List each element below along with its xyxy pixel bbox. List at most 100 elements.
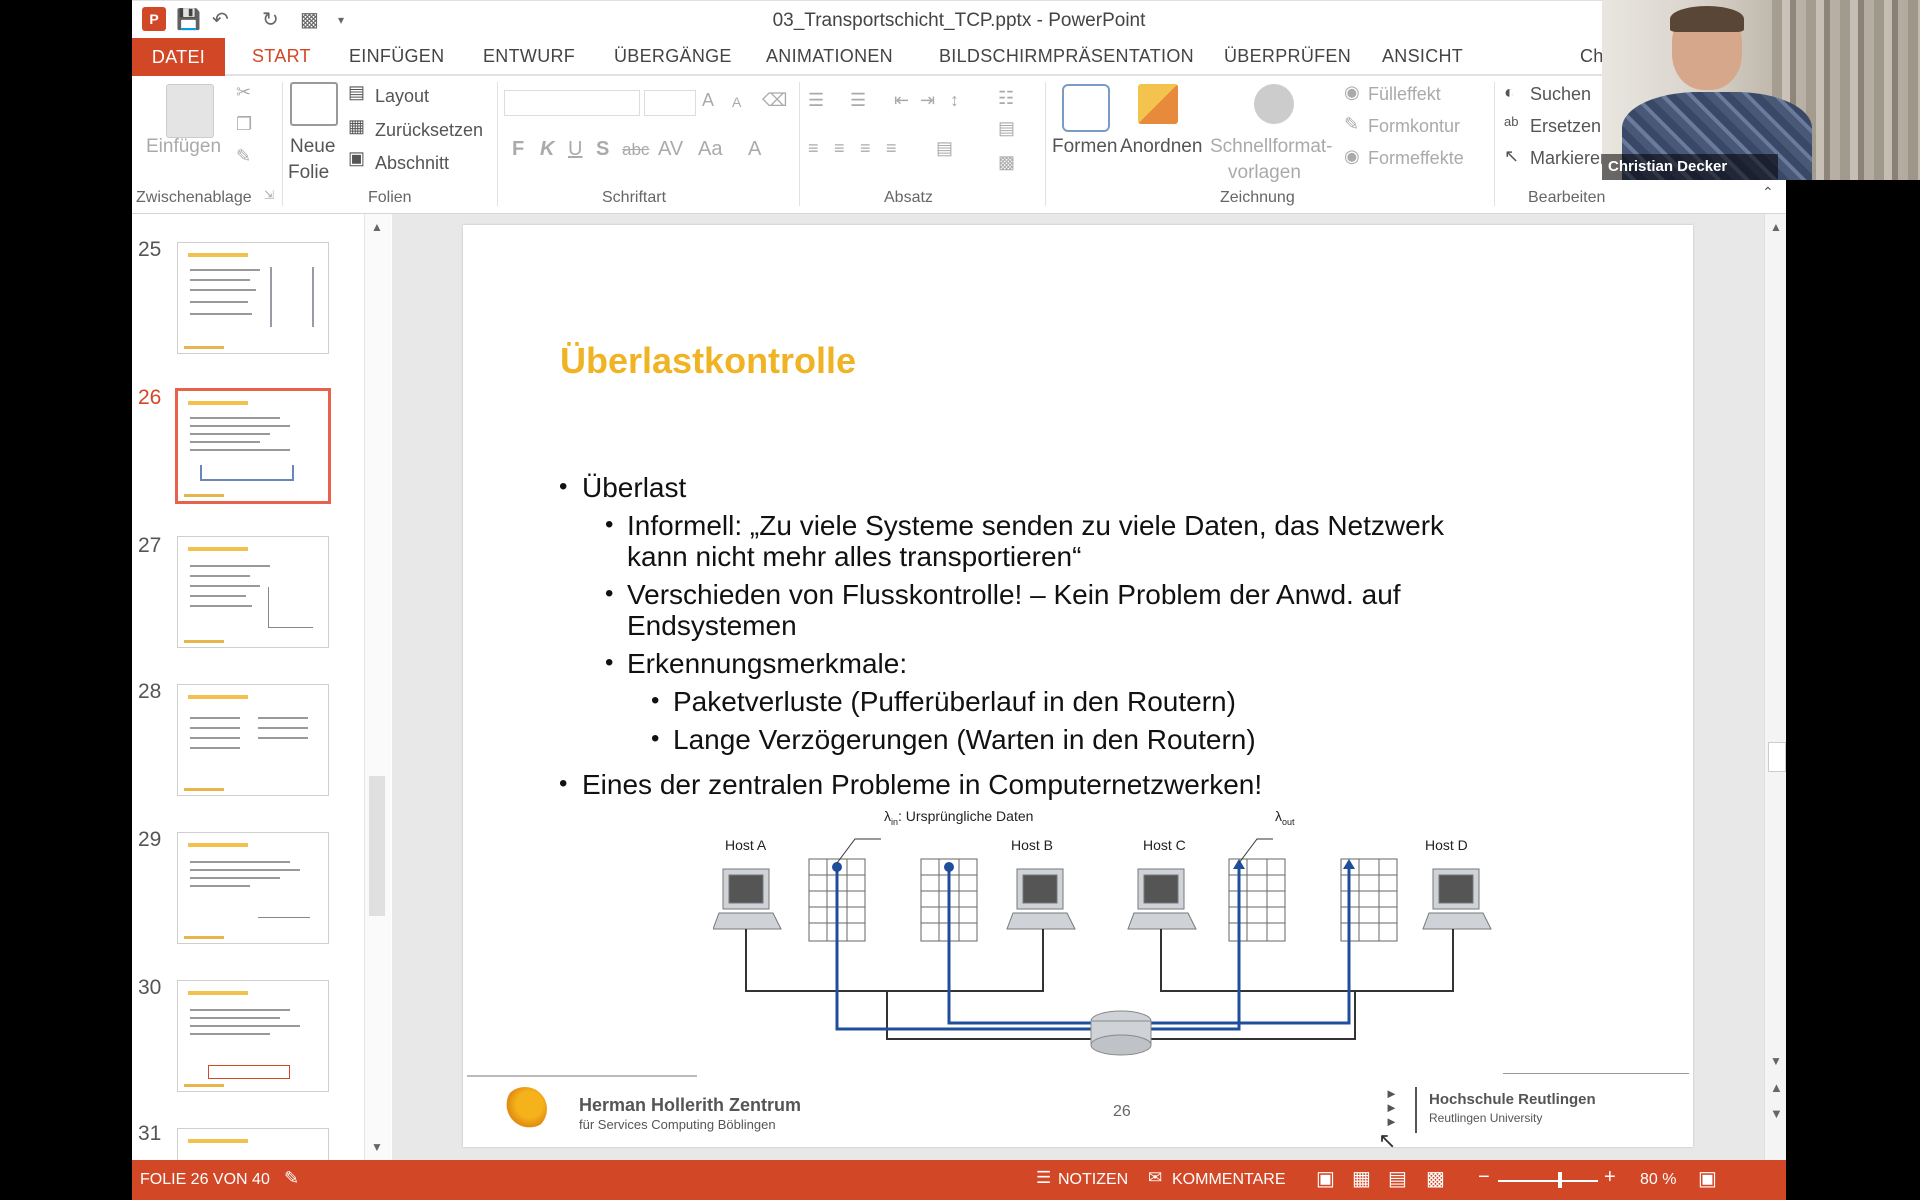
- slide-title[interactable]: Überlastkontrolle: [560, 340, 856, 382]
- bullet-flow-control-2[interactable]: Endsystemen: [627, 610, 797, 641]
- tab-file[interactable]: DATEI: [132, 38, 225, 76]
- shapes-icon[interactable]: [1062, 84, 1110, 132]
- reset-button[interactable]: Zurücksetzen: [375, 120, 483, 141]
- paste-button-label[interactable]: Einfügen: [146, 136, 221, 158]
- zoom-out-icon[interactable]: −: [1478, 1166, 1490, 1189]
- new-slide-label-1[interactable]: Neue: [290, 136, 335, 158]
- scroll-thumb[interactable]: [1768, 742, 1786, 772]
- slide-thumbnail[interactable]: [177, 832, 329, 944]
- scroll-down-icon[interactable]: ▼: [371, 1140, 383, 1154]
- tab-start[interactable]: START: [252, 46, 311, 67]
- underline-button[interactable]: U: [568, 138, 582, 161]
- clipboard-launcher-icon[interactable]: ⇲: [264, 188, 274, 202]
- bold-button[interactable]: F: [512, 138, 524, 161]
- spell-check-icon[interactable]: ✎: [284, 1168, 299, 1189]
- tab-insert[interactable]: EINFÜGEN: [349, 46, 444, 67]
- shapes-button[interactable]: Formen: [1052, 136, 1117, 158]
- slide-counter[interactable]: FOLIE 26 VON 40: [140, 1171, 270, 1189]
- scroll-up-icon[interactable]: ▲: [1770, 220, 1782, 234]
- next-slide-icon[interactable]: ▼: [1770, 1106, 1783, 1121]
- paste-icon[interactable]: [166, 84, 214, 138]
- bullet-indicators[interactable]: Erkennungsmerkmale:: [627, 648, 907, 679]
- grow-font-button[interactable]: A: [702, 90, 714, 111]
- zoom-in-icon[interactable]: +: [1604, 1166, 1616, 1189]
- slide-thumbnail[interactable]: [177, 980, 329, 1092]
- font-size-dropdown[interactable]: [644, 90, 696, 116]
- fit-to-window-icon[interactable]: ▣: [1698, 1166, 1717, 1191]
- increase-indent-icon[interactable]: ⇥: [920, 90, 935, 111]
- bullet-packet-loss[interactable]: Paketverluste (Pufferüberlauf in den Rou…: [673, 686, 1236, 717]
- slide-thumbnail[interactable]: [177, 684, 329, 796]
- bullet-informal-1[interactable]: Informell: „Zu viele Systeme senden zu v…: [627, 510, 1444, 541]
- reading-view-icon[interactable]: ▤: [1388, 1166, 1407, 1191]
- previous-slide-icon[interactable]: ▲: [1770, 1080, 1783, 1095]
- slide-thumbnail[interactable]: [177, 242, 329, 354]
- arrange-icon[interactable]: [1138, 84, 1178, 124]
- bullets-icon[interactable]: ☰: [808, 90, 824, 111]
- scroll-down-icon[interactable]: ▼: [1770, 1054, 1782, 1068]
- tab-more[interactable]: Ch: [1580, 46, 1604, 67]
- copy-icon[interactable]: ❐: [236, 114, 252, 135]
- zoom-level[interactable]: 80 %: [1640, 1171, 1676, 1189]
- replace-button[interactable]: Ersetzen: [1530, 116, 1601, 137]
- comments-button[interactable]: KOMMENTARE: [1172, 1171, 1285, 1189]
- tab-design[interactable]: ENTWURF: [483, 46, 575, 67]
- shrink-font-button[interactable]: A: [732, 94, 741, 110]
- zoom-slider-thumb[interactable]: [1558, 1172, 1562, 1188]
- align-right-icon[interactable]: ≡: [860, 138, 871, 159]
- scroll-thumb[interactable]: [369, 776, 385, 916]
- new-slide-label-2[interactable]: Folie: [288, 162, 329, 184]
- slide-thumbnail[interactable]: [177, 536, 329, 648]
- find-button[interactable]: Suchen: [1530, 84, 1591, 105]
- notes-button[interactable]: NOTIZEN: [1058, 1171, 1128, 1189]
- tab-view[interactable]: ANSICHT: [1382, 46, 1463, 67]
- select-button[interactable]: Markieren: [1530, 148, 1610, 169]
- bullet-flow-control-1[interactable]: Verschieden von Flusskontrolle! – Kein P…: [627, 579, 1401, 610]
- bullet-delays[interactable]: Lange Verzögerungen (Warten in den Route…: [673, 724, 1256, 755]
- quick-styles-button-2[interactable]: vorlagen: [1228, 162, 1301, 184]
- shape-fill-button[interactable]: Fülleffekt: [1368, 84, 1441, 105]
- columns-icon[interactable]: ☷: [998, 88, 1014, 109]
- zoom-slider-track[interactable]: [1498, 1180, 1598, 1182]
- quick-styles-button-1[interactable]: Schnellformat-: [1210, 136, 1333, 158]
- clear-format-icon[interactable]: ⌫: [762, 90, 787, 111]
- slide-scrollbar[interactable]: ▲ ▼ ▲ ▼: [1764, 214, 1786, 1160]
- slide-thumbnail-selected[interactable]: [175, 388, 331, 504]
- tab-animations[interactable]: ANIMATIONEN: [766, 46, 893, 67]
- align-left-icon[interactable]: ≡: [808, 138, 819, 159]
- section-button[interactable]: Abschnitt: [375, 153, 449, 174]
- tab-slideshow[interactable]: BILDSCHIRMPRÄSENTATION: [939, 46, 1194, 67]
- shape-effects-button[interactable]: Formeffekte: [1368, 148, 1464, 169]
- tab-review[interactable]: ÜBERPRÜFEN: [1224, 46, 1351, 67]
- slide-canvas[interactable]: Überlastkontrolle • Überlast • Informell…: [463, 225, 1693, 1147]
- tab-transitions[interactable]: ÜBERGÄNGE: [614, 46, 732, 67]
- normal-view-icon[interactable]: ▣: [1316, 1166, 1338, 1190]
- smartart-icon[interactable]: ▩: [998, 152, 1015, 173]
- align-text-icon[interactable]: ▤: [998, 118, 1015, 139]
- strikethrough-button[interactable]: abc: [622, 140, 649, 160]
- char-spacing-button[interactable]: AV: [658, 138, 683, 161]
- format-painter-icon[interactable]: ✎: [236, 146, 251, 167]
- bullet-informal-2[interactable]: kann nicht mehr alles transportieren“: [627, 541, 1081, 572]
- change-case-button[interactable]: Aa: [698, 138, 722, 161]
- slide-sorter-icon[interactable]: ▦: [1352, 1166, 1371, 1191]
- justify-icon[interactable]: ≡: [886, 138, 897, 159]
- bullet-overload[interactable]: Überlast: [582, 472, 686, 503]
- numbering-icon[interactable]: ☰: [850, 90, 866, 111]
- scroll-up-icon[interactable]: ▲: [371, 220, 383, 234]
- arrange-button[interactable]: Anordnen: [1120, 136, 1202, 158]
- slideshow-view-icon[interactable]: ▩: [1426, 1166, 1445, 1191]
- text-direction-icon[interactable]: ▤: [936, 138, 953, 159]
- font-name-dropdown[interactable]: [504, 90, 640, 116]
- quick-styles-icon[interactable]: [1254, 84, 1294, 124]
- thumbnail-scrollbar[interactable]: ▲ ▼: [364, 214, 391, 1160]
- line-spacing-icon[interactable]: ↕: [950, 90, 959, 111]
- cut-icon[interactable]: ✂: [236, 82, 251, 103]
- font-color-button[interactable]: A: [748, 138, 761, 161]
- decrease-indent-icon[interactable]: ⇤: [894, 90, 909, 111]
- align-center-icon[interactable]: ≡: [834, 138, 845, 159]
- italic-button[interactable]: K: [540, 138, 554, 161]
- shadow-button[interactable]: S: [596, 138, 609, 161]
- new-slide-icon[interactable]: [290, 82, 338, 126]
- layout-button[interactable]: Layout: [375, 86, 429, 107]
